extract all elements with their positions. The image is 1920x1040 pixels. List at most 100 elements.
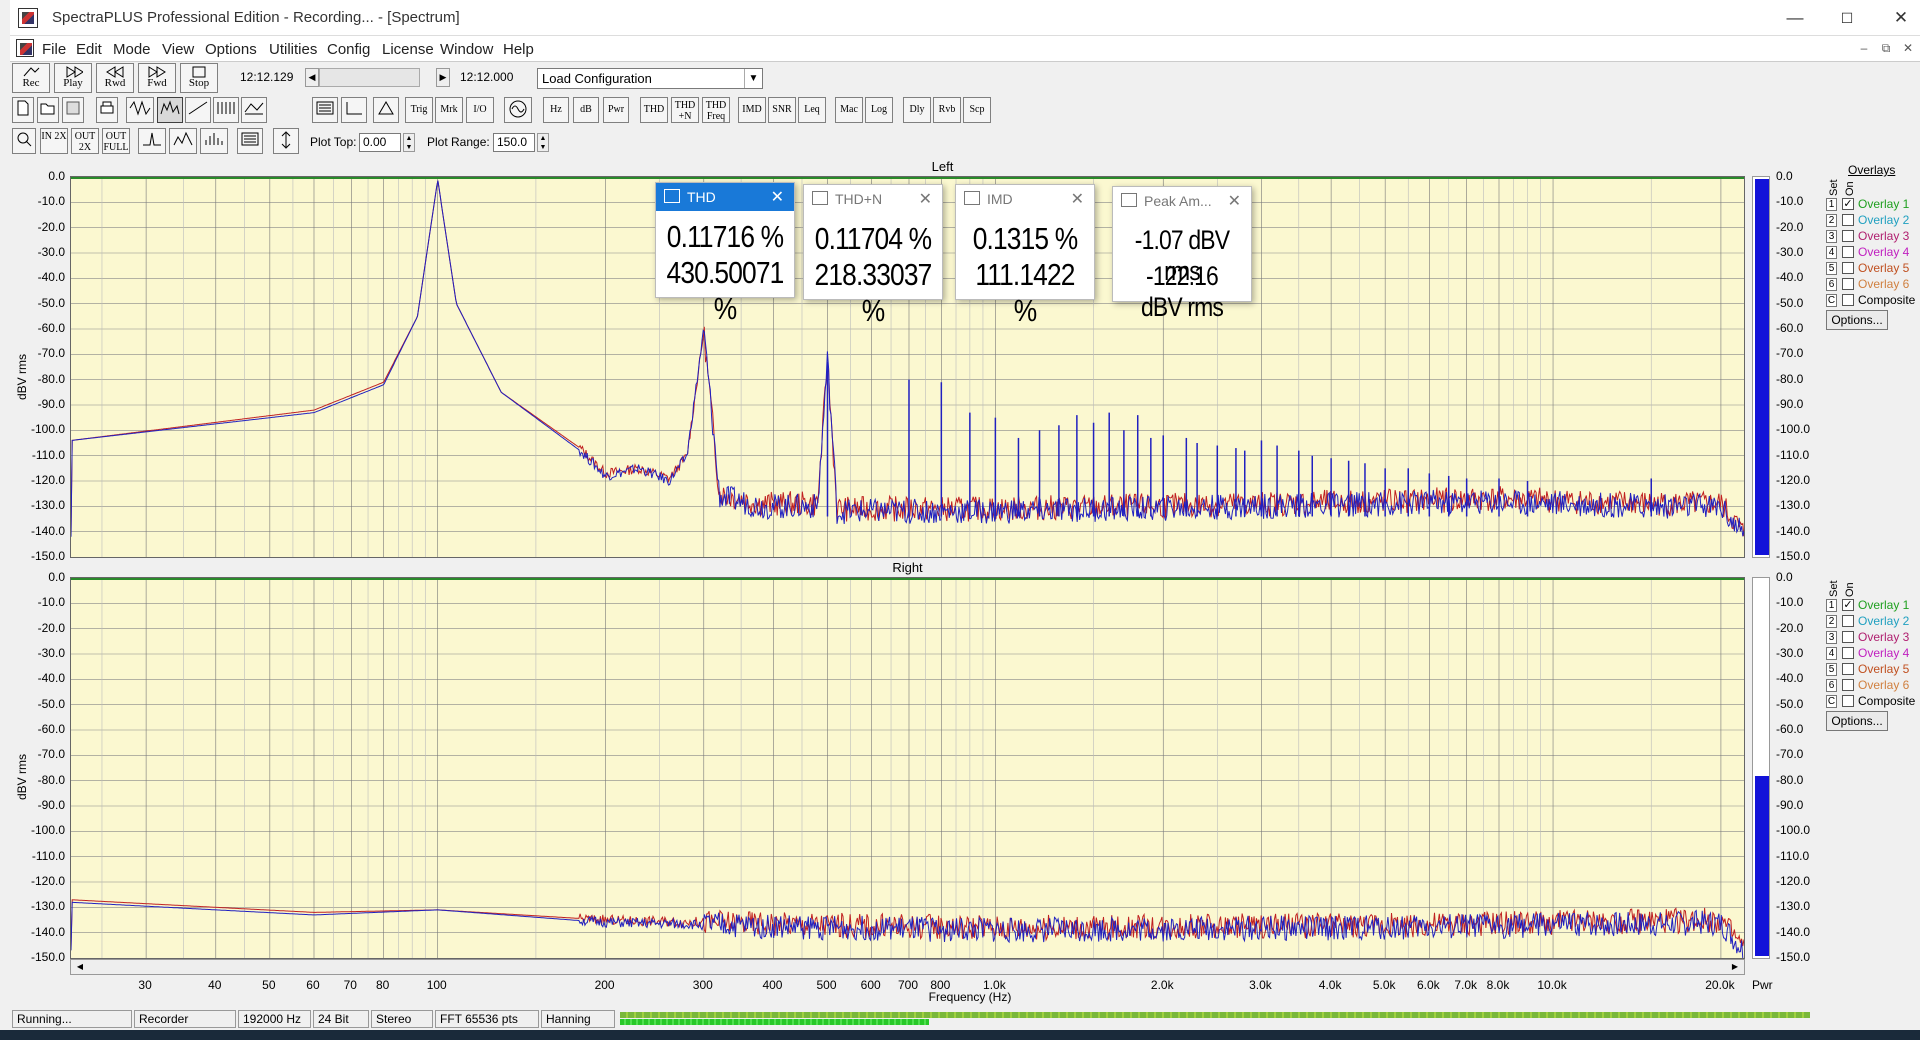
overlay-checkbox[interactable]	[1842, 246, 1854, 258]
io-button[interactable]: I/O	[466, 97, 494, 123]
time-series-icon[interactable]	[126, 97, 154, 123]
save-icon[interactable]	[62, 97, 84, 123]
thd-freq-button[interactable]: THD Freq	[702, 97, 730, 123]
overlay-set-button[interactable]: 2	[1826, 615, 1837, 628]
db-button[interactable]: dB	[573, 97, 599, 123]
spectrogram-icon[interactable]	[213, 97, 239, 123]
horizontal-scrollbar[interactable]: ◀ ▶	[70, 959, 1745, 975]
zoom-out-full-button[interactable]: OUT FULL	[102, 128, 130, 154]
overlay-set-button[interactable]: 6	[1826, 278, 1837, 291]
document-icon[interactable]	[16, 39, 34, 57]
overlay-checkbox[interactable]	[1842, 262, 1854, 274]
print-icon[interactable]	[96, 97, 118, 123]
plot-layout-icon[interactable]	[237, 128, 263, 154]
zoom-in-2x-button[interactable]: IN 2X	[40, 128, 68, 154]
thd-window-header[interactable]: THD ✕	[656, 183, 794, 211]
overlay-checkbox[interactable]	[1842, 278, 1854, 290]
imd-measurement-window[interactable]: IMD ✕ 0.1315 % 111.1422 %	[955, 184, 1095, 328]
time-scrollbar[interactable]	[319, 68, 420, 87]
open-folder-icon[interactable]	[37, 97, 59, 123]
overlay-checkbox[interactable]: ✓	[1842, 599, 1854, 611]
overlay-options-button[interactable]: Options...	[1826, 711, 1888, 731]
close-icon[interactable]: ✕	[919, 189, 932, 209]
overlay-checkbox[interactable]	[1842, 695, 1854, 707]
mdi-close-button[interactable]: ✕	[1898, 41, 1918, 57]
menu-utilities[interactable]: Utilities	[269, 41, 317, 58]
mdi-minimize-button[interactable]: –	[1854, 41, 1874, 57]
maximize-button[interactable]: ☐	[1820, 0, 1874, 36]
scroll-right-icon[interactable]: ▶	[1728, 960, 1742, 974]
scope-button[interactable]: Scp	[963, 97, 991, 123]
overlay-set-button[interactable]: C	[1826, 695, 1837, 708]
overlay-checkbox[interactable]	[1842, 663, 1854, 675]
view-settings-icon[interactable]	[312, 97, 338, 123]
snr-button[interactable]: SNR	[768, 97, 796, 123]
zoom-magnifier-icon[interactable]	[12, 128, 36, 154]
forward-button[interactable]: Fwd	[138, 63, 176, 93]
thdn-button[interactable]: THD +N	[671, 97, 699, 123]
overlay-set-button[interactable]: 5	[1826, 663, 1837, 676]
zoom-out-2x-button[interactable]: OUT 2X	[71, 128, 99, 154]
overlay-options-button[interactable]: Options...	[1826, 310, 1888, 330]
thd-button[interactable]: THD	[640, 97, 668, 123]
menu-license[interactable]: License	[382, 41, 434, 58]
leq-button[interactable]: Leq	[798, 97, 826, 123]
peak-marker-icon[interactable]	[373, 97, 399, 123]
play-button[interactable]: Play	[54, 63, 92, 93]
overlay-set-button[interactable]: 1	[1826, 599, 1837, 612]
thd-measurement-window[interactable]: THD ✕ 0.11716 % 430.50071 %	[655, 182, 795, 326]
scroll-left-icon[interactable]: ◀	[73, 960, 87, 974]
overlay-set-button[interactable]: C	[1826, 294, 1837, 307]
menu-mode[interactable]: Mode	[113, 41, 151, 58]
minimize-button[interactable]: —	[1768, 0, 1822, 36]
menu-view[interactable]: View	[162, 41, 194, 58]
menu-edit[interactable]: Edit	[76, 41, 102, 58]
overlay-set-button[interactable]: 4	[1826, 647, 1837, 660]
plot-range-input[interactable]: 150.0	[493, 133, 535, 152]
overlay-set-button[interactable]: 6	[1826, 679, 1837, 692]
spectrum-mode-icon[interactable]	[157, 97, 183, 123]
imd-button[interactable]: IMD	[738, 97, 766, 123]
thdn-window-header[interactable]: THD+N ✕	[804, 185, 942, 213]
scroll-left-arrow-icon[interactable]: ◀	[305, 68, 319, 87]
overlay-set-button[interactable]: 4	[1826, 246, 1837, 259]
overlay-checkbox[interactable]	[1842, 294, 1854, 306]
curve-view-icon[interactable]	[169, 128, 197, 154]
overlay-set-button[interactable]: 3	[1826, 631, 1837, 644]
log-button[interactable]: Log	[865, 97, 893, 123]
peak-view-icon[interactable]	[138, 128, 166, 154]
overlay-checkbox[interactable]	[1842, 230, 1854, 242]
pwr-button[interactable]: Pwr	[603, 97, 629, 123]
close-icon[interactable]: ✕	[1071, 189, 1084, 209]
new-file-icon[interactable]	[12, 97, 34, 123]
hz-button[interactable]: Hz	[543, 97, 569, 123]
mac-button[interactable]: Mac	[835, 97, 863, 123]
close-button[interactable]: ✕	[1874, 0, 1920, 36]
imd-window-header[interactable]: IMD ✕	[956, 185, 1094, 213]
phase-icon[interactable]	[185, 97, 211, 123]
plot-top-input[interactable]: 0.00	[359, 133, 401, 152]
overlay-set-button[interactable]: 2	[1826, 214, 1837, 227]
right-spectrum-plot[interactable]	[70, 577, 1745, 959]
overlay-checkbox[interactable]	[1842, 647, 1854, 659]
reverb-button[interactable]: Rvb	[933, 97, 961, 123]
overlay-checkbox[interactable]	[1842, 214, 1854, 226]
overlay-set-button[interactable]: 3	[1826, 230, 1837, 243]
vertical-scale-icon[interactable]	[273, 128, 299, 154]
configuration-dropdown[interactable]: Load Configuration ▼	[537, 68, 763, 89]
peak-window-header[interactable]: Peak Am... ✕	[1113, 187, 1251, 215]
marker-button[interactable]: Mrk	[435, 97, 463, 123]
menu-file[interactable]: File	[42, 41, 66, 58]
overlay-checkbox[interactable]	[1842, 679, 1854, 691]
axis-settings-icon[interactable]	[341, 97, 367, 123]
scroll-right-arrow-icon[interactable]: ▶	[436, 68, 450, 87]
menu-window[interactable]: Window	[440, 41, 493, 58]
signal-generator-icon[interactable]	[504, 97, 532, 123]
rewind-button[interactable]: Rwd	[96, 63, 134, 93]
overlay-set-button[interactable]: 5	[1826, 262, 1837, 275]
menu-help[interactable]: Help	[503, 41, 534, 58]
close-icon[interactable]: ✕	[771, 187, 784, 207]
3d-surface-icon[interactable]	[241, 97, 267, 123]
plot-range-spinner[interactable]: ▲ ▼	[537, 133, 549, 152]
overlay-checkbox[interactable]	[1842, 631, 1854, 643]
